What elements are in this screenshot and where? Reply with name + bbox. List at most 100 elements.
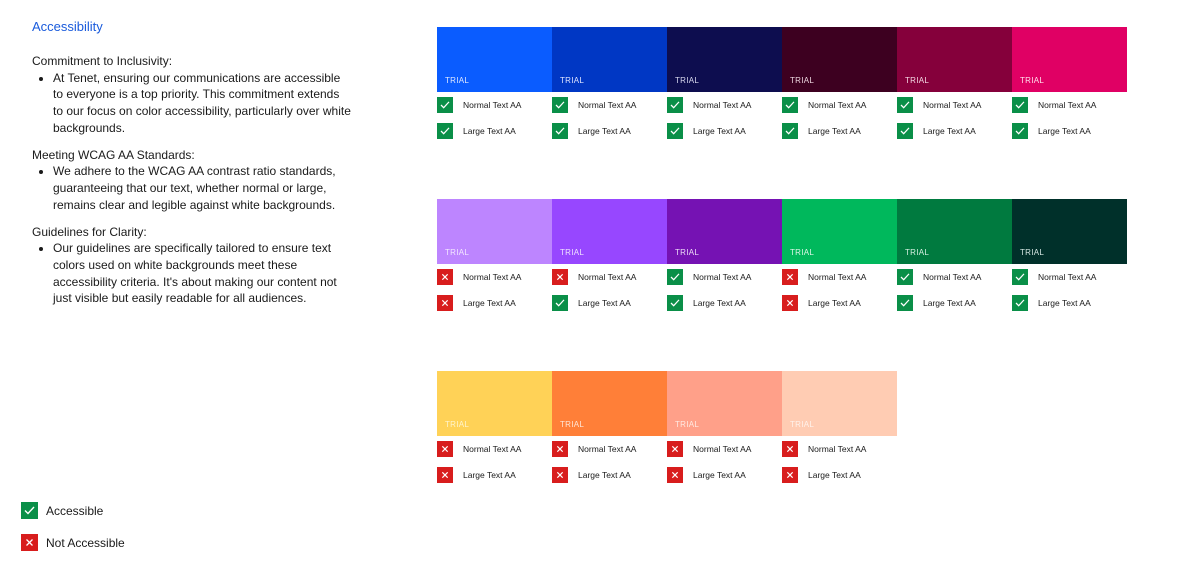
check-label: Large Text AA — [578, 470, 631, 480]
large-text-check: Large Text AA — [1012, 123, 1127, 139]
cross-icon — [782, 441, 798, 457]
color-swatch-card: TRIAL Normal Text AA Large Text AA — [437, 371, 552, 483]
swatch-sample-text: TRIAL — [790, 420, 815, 429]
cross-glyph — [441, 299, 449, 307]
color-swatch-card: TRIAL Normal Text AA Large Text AA — [782, 199, 897, 311]
cross-icon — [437, 295, 453, 311]
cross-glyph — [556, 273, 564, 281]
swatch-sample-text: TRIAL — [445, 420, 470, 429]
swatch-sample-text: TRIAL — [675, 420, 700, 429]
description-panel: Commitment to Inclusivity: At Tenet, ens… — [32, 53, 352, 317]
check-label: Normal Text AA — [693, 272, 752, 282]
color-swatch-card: TRIAL Normal Text AA Large Text AA — [1012, 27, 1127, 139]
swatch-sample-text: TRIAL — [445, 76, 470, 85]
large-text-check: Large Text AA — [552, 123, 667, 139]
check-glyph — [670, 127, 680, 135]
palette-row-warm: TRIAL Normal Text AA Large Text AA TRIAL Nor… — [437, 371, 897, 483]
swatch-sample-text: TRIAL — [675, 76, 700, 85]
normal-text-check: Normal Text AA — [1012, 269, 1127, 285]
color-swatch: TRIAL — [437, 199, 552, 264]
color-swatch-card: TRIAL Normal Text AA Large Text AA — [897, 199, 1012, 311]
check-glyph — [900, 127, 910, 135]
check-icon — [1012, 295, 1028, 311]
color-swatch-card: TRIAL Normal Text AA Large Text AA — [782, 371, 897, 483]
section-heading: Meeting WCAG AA Standards: — [32, 147, 195, 162]
normal-text-check: Normal Text AA — [782, 269, 897, 285]
check-label: Normal Text AA — [578, 100, 637, 110]
check-label: Large Text AA — [578, 298, 631, 308]
color-swatch: TRIAL — [1012, 199, 1127, 264]
check-glyph — [785, 101, 795, 109]
color-swatch: TRIAL — [667, 27, 782, 92]
cross-icon — [782, 295, 798, 311]
large-text-check: Large Text AA — [437, 295, 552, 311]
cross-glyph — [786, 273, 794, 281]
section-heading: Commitment to Inclusivity: — [32, 54, 173, 68]
large-text-check: Large Text AA — [437, 467, 552, 483]
check-icon — [667, 123, 683, 139]
swatch-sample-text: TRIAL — [905, 248, 930, 257]
color-swatch: TRIAL — [1012, 27, 1127, 92]
swatch-sample-text: TRIAL — [1020, 76, 1045, 85]
swatch-sample-text: TRIAL — [445, 248, 470, 257]
cross-icon — [552, 467, 568, 483]
color-swatch-card: TRIAL Normal Text AA Large Text AA — [897, 27, 1012, 139]
color-swatch-card: TRIAL Normal Text AA Large Text AA — [1012, 199, 1127, 311]
swatch-sample-text: TRIAL — [560, 76, 585, 85]
color-swatch: TRIAL — [782, 199, 897, 264]
large-text-check: Large Text AA — [897, 295, 1012, 311]
check-icon — [897, 97, 913, 113]
large-text-check: Large Text AA — [782, 295, 897, 311]
check-icon — [667, 295, 683, 311]
large-text-check: Large Text AA — [667, 123, 782, 139]
large-text-check: Large Text AA — [897, 123, 1012, 139]
check-label: Normal Text AA — [808, 100, 867, 110]
check-label: Large Text AA — [693, 298, 746, 308]
color-swatch-card: TRIAL Normal Text AA Large Text AA — [437, 199, 552, 311]
cross-icon — [437, 441, 453, 457]
check-icon — [897, 295, 913, 311]
color-swatch: TRIAL — [667, 371, 782, 436]
check-label: Normal Text AA — [463, 100, 522, 110]
legend-label: Not Accessible — [46, 535, 125, 550]
swatch-sample-text: TRIAL — [675, 248, 700, 257]
swatch-sample-text: TRIAL — [560, 420, 585, 429]
check-label: Large Text AA — [923, 126, 976, 136]
cross-icon — [21, 534, 38, 551]
normal-text-check: Normal Text AA — [897, 269, 1012, 285]
cross-icon — [782, 269, 798, 285]
check-glyph — [1015, 101, 1025, 109]
normal-text-check: Normal Text AA — [667, 269, 782, 285]
check-label: Large Text AA — [463, 126, 516, 136]
normal-text-check: Normal Text AA — [552, 441, 667, 457]
cross-glyph — [786, 471, 794, 479]
legend-not-accessible: Not Accessible — [21, 534, 125, 551]
color-swatch: TRIAL — [897, 27, 1012, 92]
color-swatch-card: TRIAL Normal Text AA Large Text AA — [552, 371, 667, 483]
cross-glyph — [441, 273, 449, 281]
cross-icon — [437, 269, 453, 285]
cross-glyph — [671, 471, 679, 479]
check-icon — [437, 97, 453, 113]
normal-text-check: Normal Text AA — [552, 269, 667, 285]
check-label: Large Text AA — [808, 298, 861, 308]
color-swatch: TRIAL — [667, 199, 782, 264]
check-glyph — [440, 127, 450, 135]
check-icon — [1012, 97, 1028, 113]
cross-icon — [782, 467, 798, 483]
check-icon — [1012, 269, 1028, 285]
check-label: Large Text AA — [693, 470, 746, 480]
color-swatch-card: TRIAL Normal Text AA Large Text AA — [667, 371, 782, 483]
bullet-list: At Tenet, ensuring our communications ar… — [32, 70, 352, 137]
color-swatch: TRIAL — [782, 27, 897, 92]
cross-glyph — [441, 445, 449, 453]
check-icon — [782, 97, 798, 113]
color-swatch: TRIAL — [782, 371, 897, 436]
normal-text-check: Normal Text AA — [782, 441, 897, 457]
check-icon — [667, 97, 683, 113]
color-swatch: TRIAL — [552, 27, 667, 92]
legend: Accessible Not Accessible — [21, 502, 125, 566]
section-heading: Guidelines for Clarity: — [32, 224, 147, 239]
bullet-list: We adhere to the WCAG AA contrast ratio … — [32, 163, 352, 213]
check-label: Normal Text AA — [578, 444, 637, 454]
